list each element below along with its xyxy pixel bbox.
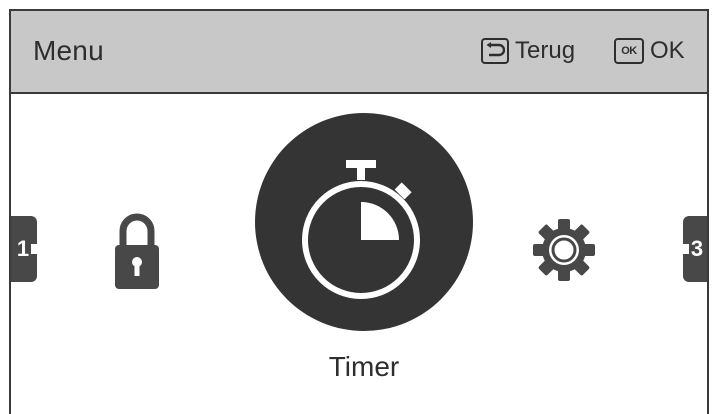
back-hint[interactable]: Terug (481, 37, 575, 65)
lock-icon[interactable] (113, 209, 161, 296)
back-key-icon (481, 38, 509, 64)
ok-key-icon: OK (614, 38, 644, 64)
page-title: Menu (33, 35, 104, 66)
menu-screen: Menu Terug OK OK 1 Timer 3 (9, 9, 709, 414)
gear-icon[interactable] (533, 219, 595, 286)
back-label: Terug (515, 37, 576, 64)
prev-page-tab[interactable]: 1 (11, 216, 37, 282)
next-page-tab[interactable]: 3 (683, 216, 707, 282)
timer-menu-item[interactable] (255, 113, 473, 331)
ok-hint[interactable]: OK OK (614, 37, 685, 65)
selected-item-label: Timer (328, 351, 400, 382)
header-bar: Menu Terug OK OK (11, 11, 707, 94)
stopwatch-icon (302, 160, 420, 299)
next-page-number: 3 (690, 236, 704, 261)
next-tab-notch (683, 244, 689, 254)
prev-tab-notch (31, 244, 37, 254)
ok-label: OK (650, 37, 685, 64)
prev-page-number: 1 (16, 236, 30, 261)
